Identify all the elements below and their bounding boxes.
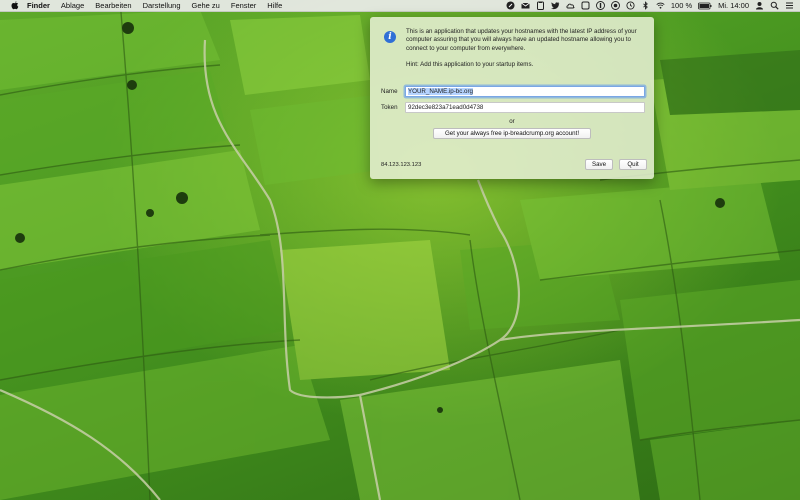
menu-bearbeiten[interactable]: Bearbeiten	[95, 0, 131, 11]
save-button[interactable]: Save	[585, 159, 613, 170]
menu-fenster[interactable]: Fenster	[231, 0, 256, 11]
lock-icon[interactable]	[595, 1, 605, 10]
time-machine-icon[interactable]	[626, 1, 635, 10]
apple-menu-icon[interactable]	[10, 1, 19, 10]
mail-icon[interactable]	[521, 1, 530, 10]
info-icon: i	[384, 31, 396, 43]
description-text: This is an application that updates your…	[406, 28, 637, 52]
app-status-icon[interactable]	[506, 1, 515, 10]
menu-hilfe[interactable]: Hilfe	[267, 0, 282, 11]
menu-gehe-zu[interactable]: Gehe zu	[192, 0, 220, 11]
name-field-value: YOUR_NAME.ip-bc.org	[408, 88, 473, 95]
spotlight-icon[interactable]	[770, 1, 779, 10]
battery-percentage: 100 %	[670, 1, 693, 10]
hint-text: Hint: Add this application to your start…	[406, 61, 534, 68]
twitter-icon[interactable]	[550, 1, 560, 10]
quit-button[interactable]: Quit	[619, 159, 647, 170]
menu-bar: Finder Ablage Bearbeiten Darstellung Geh…	[0, 0, 800, 12]
name-field[interactable]: YOUR_NAME.ip-bc.org	[405, 86, 645, 97]
token-label: Token	[381, 104, 398, 111]
user-icon[interactable]	[755, 1, 764, 10]
wifi-icon[interactable]	[656, 1, 665, 10]
menu-darstellung[interactable]: Darstellung	[143, 0, 181, 11]
token-field[interactable]: 92dec3e823a71ead0d4738	[405, 102, 645, 113]
cloud-icon[interactable]	[566, 1, 575, 10]
menu-clock[interactable]: Mi. 14:00	[718, 0, 749, 11]
name-label: Name	[381, 88, 398, 95]
notification-center-icon[interactable]	[785, 1, 794, 10]
or-separator: or	[509, 118, 515, 125]
clipboard-icon[interactable]	[536, 1, 545, 10]
record-icon[interactable]	[610, 1, 620, 10]
bluetooth-icon[interactable]	[641, 1, 650, 10]
menu-ablage[interactable]: Ablage	[61, 0, 84, 11]
box-icon[interactable]	[581, 1, 590, 10]
hostname-updater-panel: i This is an application that updates yo…	[370, 17, 654, 179]
ip-address-text: 84.123.123.123	[381, 162, 422, 168]
menu-finder[interactable]: Finder	[27, 0, 50, 11]
get-account-button[interactable]: Get your always free ip-breadcrump.org a…	[433, 128, 591, 139]
battery-icon[interactable]	[698, 1, 712, 10]
